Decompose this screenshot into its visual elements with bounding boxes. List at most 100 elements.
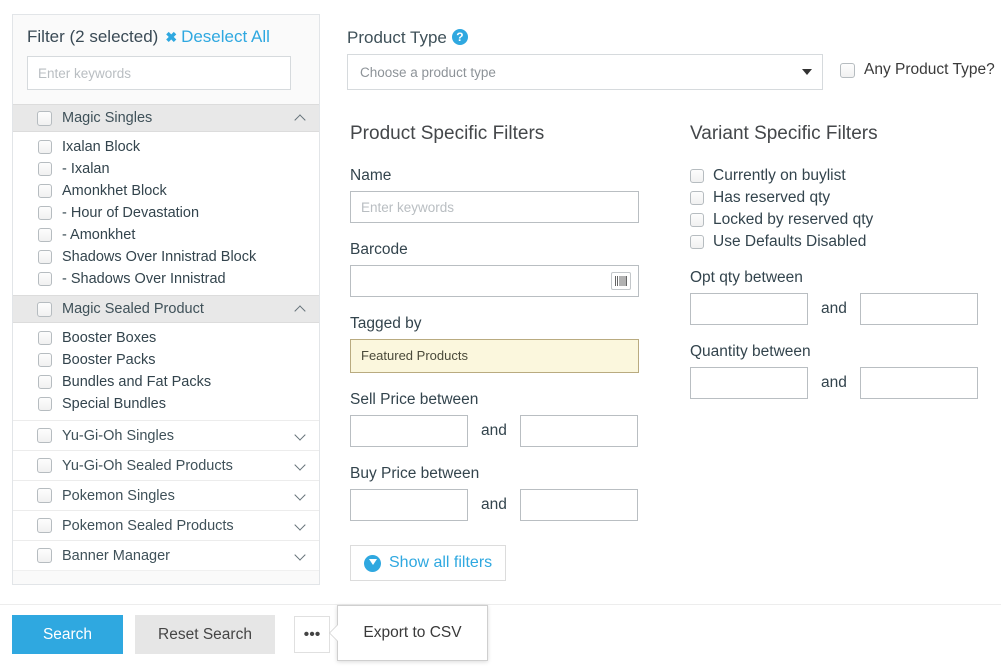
chevron-down-icon[interactable]: [295, 550, 307, 562]
sell-price-and-label: and: [481, 422, 507, 439]
export-to-csv-popover[interactable]: Export to CSV: [329, 605, 488, 661]
checkbox-box[interactable]: [37, 458, 52, 473]
opt-qty-range-row: and: [690, 293, 985, 325]
filter-group-header[interactable]: Magic Singles: [13, 104, 319, 132]
checkbox-box[interactable]: [37, 488, 52, 503]
checkbox-box[interactable]: [37, 428, 52, 443]
checkbox-box[interactable]: [37, 301, 52, 317]
filter-group-item[interactable]: Ixalan Block: [13, 136, 319, 158]
filter-group-label: Pokemon Singles: [62, 487, 175, 504]
opt-qty-max-input[interactable]: [859, 293, 978, 325]
checkbox-box: [840, 62, 855, 78]
product-type-label: Product Type?: [347, 28, 468, 48]
checkbox-box[interactable]: [38, 228, 52, 242]
sell-price-range-row: and: [350, 415, 642, 447]
variant-filter-label: Has reserved qty: [713, 189, 831, 206]
name-input[interactable]: [350, 191, 639, 223]
checkbox-box[interactable]: [38, 250, 52, 264]
barcode-input[interactable]: [350, 265, 639, 297]
reset-search-button[interactable]: Reset Search: [135, 615, 275, 654]
checkbox-box: [690, 169, 704, 183]
checkbox-box[interactable]: [37, 548, 52, 563]
filter-group-header[interactable]: Magic Sealed Product: [13, 295, 319, 323]
buy-price-min-input[interactable]: [350, 489, 468, 521]
close-icon[interactable]: ✖: [165, 29, 177, 45]
filter-group-item[interactable]: Booster Packs: [13, 349, 319, 371]
help-icon[interactable]: ?: [451, 29, 468, 45]
variant-filter-checkbox[interactable]: Use Defaults Disabled: [690, 233, 985, 251]
download-arrow-icon: [364, 554, 381, 572]
filter-group-item[interactable]: - Shadows Over Innistrad: [13, 268, 319, 290]
buy-price-label: Buy Price between: [350, 465, 480, 482]
any-product-type-checkbox[interactable]: Any Product Type?: [840, 61, 995, 79]
chevron-down-icon[interactable]: [295, 520, 307, 532]
quantity-max-input[interactable]: [859, 367, 978, 399]
checkbox-box[interactable]: [38, 206, 52, 220]
filter-item-label: - Shadows Over Innistrad: [62, 271, 226, 287]
variant-filter-checkbox[interactable]: Locked by reserved qty: [690, 211, 985, 229]
deselect-all-link[interactable]: Deselect All: [181, 27, 270, 46]
sell-price-max-input[interactable]: [519, 415, 638, 447]
filter-group-item[interactable]: - Hour of Devastation: [13, 202, 319, 224]
buy-price-max-input[interactable]: [519, 489, 638, 521]
checkbox-box[interactable]: [38, 162, 52, 176]
show-all-filters-button[interactable]: Show all filters: [350, 545, 507, 581]
filter-group-header[interactable]: Banner Manager: [13, 540, 319, 570]
checkbox-box: [690, 191, 704, 205]
filter-item-label: Booster Packs: [62, 352, 156, 368]
variant-filter-label: Use Defaults Disabled: [713, 233, 867, 250]
variant-filter-checkbox[interactable]: Has reserved qty: [690, 189, 985, 207]
filter-group-item[interactable]: Shadows Over Innistrad Block: [13, 246, 319, 268]
filter-group-header[interactable]: Yu-Gi-Oh Singles: [13, 420, 319, 450]
tagged-by-input[interactable]: Featured Products: [350, 339, 639, 373]
filter-group-header[interactable]: Yu-Gi-Oh Sealed Products: [13, 450, 319, 480]
filter-group-item[interactable]: - Amonkhet: [13, 224, 319, 246]
checkbox-box: [690, 213, 704, 227]
chevron-up-icon[interactable]: [295, 112, 307, 124]
checkbox-box[interactable]: [37, 518, 52, 533]
product-specific-filters: Product Specific Filters Name Barcode Ta…: [350, 123, 642, 581]
filter-item-label: Amonkhet Block: [62, 183, 167, 199]
name-label: Name: [350, 167, 392, 184]
filter-title-row: Filter (2 selected) ✖ Deselect All: [27, 27, 305, 47]
filter-item-label: - Amonkhet: [62, 227, 136, 243]
barcode-icon[interactable]: [611, 272, 631, 290]
checkbox-box[interactable]: [37, 110, 52, 126]
filter-group-item[interactable]: Bundles and Fat Packs: [13, 371, 319, 393]
more-options-button[interactable]: •••: [294, 616, 330, 653]
checkbox-box[interactable]: [38, 397, 52, 411]
checkbox-box[interactable]: [38, 184, 52, 198]
chevron-down-icon[interactable]: [295, 460, 307, 472]
sell-price-min-input[interactable]: [350, 415, 468, 447]
checkbox-box[interactable]: [38, 140, 52, 154]
chevron-up-icon[interactable]: [295, 303, 307, 315]
filter-item-label: - Ixalan: [62, 161, 110, 177]
variant-specific-filters: Variant Specific Filters Currently on bu…: [690, 123, 985, 399]
checkbox-box[interactable]: [38, 331, 52, 345]
filter-panel-header: Filter (2 selected) ✖ Deselect All: [13, 15, 319, 104]
filter-group-header[interactable]: Pokemon Singles: [13, 480, 319, 510]
sell-price-label: Sell Price between: [350, 391, 479, 408]
filter-item-label: Special Bundles: [62, 396, 166, 412]
filter-group-item[interactable]: Special Bundles: [13, 393, 319, 415]
product-type-select[interactable]: Choose a product type: [347, 54, 823, 90]
checkbox-box: [690, 235, 704, 249]
chevron-down-icon[interactable]: [295, 490, 307, 502]
variant-filter-checkbox[interactable]: Currently on buylist: [690, 167, 985, 185]
filter-group-header[interactable]: Pokemon Sealed Products: [13, 510, 319, 540]
checkbox-box[interactable]: [38, 375, 52, 389]
filter-group-label: Banner Manager: [62, 547, 171, 564]
filter-group-item[interactable]: - Ixalan: [13, 158, 319, 180]
filter-group-item[interactable]: Booster Boxes: [13, 327, 319, 349]
checkbox-box[interactable]: [38, 272, 52, 286]
search-button[interactable]: Search: [12, 615, 123, 654]
filter-group-item[interactable]: Amonkhet Block: [13, 180, 319, 202]
opt-qty-min-input[interactable]: [690, 293, 808, 325]
filter-keywords-input[interactable]: [27, 56, 291, 90]
filter-group-label: Magic Sealed Product: [62, 301, 204, 317]
quantity-min-input[interactable]: [690, 367, 808, 399]
chevron-down-icon[interactable]: [295, 430, 307, 442]
variant-filter-label: Currently on buylist: [713, 167, 846, 184]
product-search-page: Filter (2 selected) ✖Deselect All Magic S…: [0, 0, 1001, 670]
checkbox-box[interactable]: [38, 353, 52, 367]
